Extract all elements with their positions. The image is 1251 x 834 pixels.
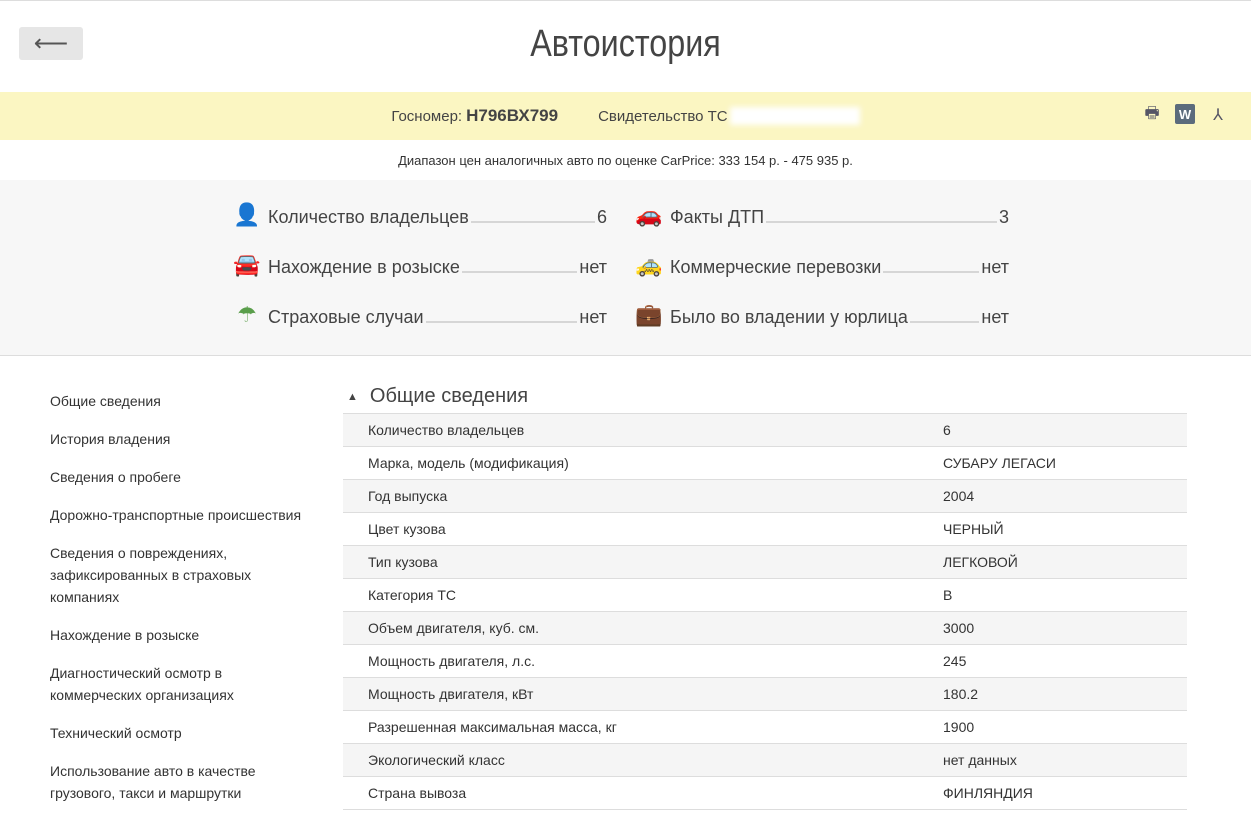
section-title: Общие сведения: [369, 385, 529, 407]
person-briefcase-icon: 💼: [635, 302, 663, 327]
table-row: Экологический класс нет данных: [343, 744, 1187, 777]
table-row: Марка, модель (модификация) СУБАРУ ЛЕГАСИ: [343, 447, 1187, 480]
collapse-triangle-icon: ▲: [347, 390, 358, 403]
table-row: Страна вывоза ФИНЛЯНДИЯ: [343, 777, 1187, 810]
row-label: Разрешенная максимальная масса, кг: [368, 719, 617, 735]
summary-item: 🚕 Коммерческие перевозки нет: [634, 252, 1009, 278]
row-value: 245: [943, 653, 967, 669]
sidebar-link[interactable]: Использование авто в качестве грузового,…: [50, 760, 310, 804]
row-label: Страна вывоза: [368, 785, 467, 801]
summary-item: ☂ Страховые случаи нет: [232, 302, 607, 328]
summary-panel: 👤 Количество владельцев 6 🚗 Факты ДТП 3 🚘 Нахож…: [0, 180, 1251, 356]
sidebar-link[interactable]: Дорожно-транспортные происшествия: [50, 504, 310, 526]
leader-line: [470, 221, 595, 223]
row-label: Количество владельцев: [368, 422, 525, 438]
summary-label: Было во владении у юрлица: [670, 307, 908, 327]
page-title: Автоистория: [530, 23, 721, 65]
row-label: Экологический класс: [368, 752, 505, 768]
sidebar-link[interactable]: История владения: [50, 428, 310, 450]
summary-value: 6: [596, 207, 607, 227]
plate-label: Госномер:: [391, 107, 463, 125]
summary-label: Коммерческие перевозки: [670, 257, 882, 277]
plate-number: Н796ВХ799: [466, 106, 559, 125]
summary-label: Факты ДТП: [670, 207, 765, 227]
sidebar-link[interactable]: Технический осмотр: [50, 722, 310, 744]
row-value: ФИНЛЯНДИЯ: [943, 785, 1033, 801]
vehicle-info-bar: Госномер: Н796ВХ799 Свидетельство ТС 🖶 W …: [0, 92, 1251, 140]
row-value: ЧЕРНЫЙ: [943, 521, 1004, 537]
leader-line: [909, 321, 980, 323]
row-label: Цвет кузова: [368, 521, 446, 537]
certificate-label: Свидетельство ТС: [598, 107, 728, 125]
person-icon: 👤: [233, 202, 261, 227]
sidebar-link[interactable]: Нахождение в розыске: [50, 624, 310, 646]
table-row: Тип кузова ЛЕГКОВОЙ: [343, 546, 1187, 579]
header: ⟵ Автоистория: [0, 0, 1251, 92]
summary-item: 🚗 Факты ДТП 3: [634, 202, 1009, 228]
table-row: Цвет кузова ЧЕРНЫЙ: [343, 513, 1187, 546]
row-label: Мощность двигателя, л.с.: [368, 653, 535, 669]
row-value: ЛЕГКОВОЙ: [943, 554, 1018, 570]
summary-label: Количество владельцев: [268, 207, 469, 227]
table-row: Мощность двигателя, кВт 180.2: [343, 678, 1187, 711]
row-label: Мощность двигателя, кВт: [368, 686, 534, 702]
pdf-export-icon[interactable]: ⅄: [1207, 104, 1229, 126]
certificate-value-redacted: [729, 107, 860, 125]
row-value: 6: [943, 422, 951, 438]
sidebar-link[interactable]: Диагностический осмотр в коммерческих ор…: [50, 662, 310, 706]
table-row: Год выпуска 2004: [343, 480, 1187, 513]
word-export-icon[interactable]: W: [1175, 104, 1195, 124]
row-value: СУБАРУ ЛЕГАСИ: [943, 455, 1056, 471]
table-row: Количество владельцев 6: [343, 414, 1187, 447]
crashed-car-icon: 🚗: [635, 202, 663, 227]
arrow-left-icon: ⟵: [33, 30, 69, 57]
summary-label: Страховые случаи: [268, 307, 424, 327]
row-label: Марка, модель (модификация): [368, 455, 569, 471]
back-button[interactable]: ⟵: [19, 27, 83, 60]
umbrella-icon: ☂: [237, 302, 257, 327]
general-info-section: ▲ Общие сведения Количество владельцев 6 Ма…: [343, 380, 1187, 810]
print-icon[interactable]: 🖶: [1141, 104, 1163, 126]
price-range: Диапазон цен аналогичных авто по оценке …: [398, 152, 853, 168]
table-row: Категория ТС B: [343, 579, 1187, 612]
summary-value: 3: [998, 207, 1009, 227]
row-label: Тип кузова: [368, 554, 438, 570]
row-value: B: [943, 587, 953, 603]
sidebar-link[interactable]: Сведения о пробеге: [50, 466, 310, 488]
summary-value: нет: [981, 257, 1009, 277]
sidebar-link[interactable]: Сведения о повреждениях, зафиксированных…: [50, 542, 310, 608]
row-value: нет данных: [943, 752, 1017, 768]
summary-value: нет: [579, 257, 607, 277]
leader-line: [425, 321, 578, 323]
row-value: 180.2: [943, 686, 979, 702]
table-row: Объем двигателя, куб. см. 3000: [343, 612, 1187, 645]
row-label: Год выпуска: [368, 488, 448, 504]
row-label: Объем двигателя, куб. см.: [368, 620, 540, 636]
row-value: 3000: [943, 620, 975, 636]
row-value: 1900: [943, 719, 975, 735]
leader-line: [461, 271, 578, 273]
section-header[interactable]: ▲ Общие сведения: [343, 380, 1187, 414]
table-row: Мощность двигателя, л.с. 245: [343, 645, 1187, 678]
summary-value: нет: [981, 307, 1009, 327]
summary-value: нет: [579, 307, 607, 327]
taxi-icon: 🚕: [635, 252, 663, 277]
car-check-icon: 🚘: [233, 252, 261, 277]
leader-line: [766, 221, 997, 223]
table-row: Разрешенная максимальная масса, кг 1900: [343, 711, 1187, 744]
summary-item: 💼 Было во владении у юрлица нет: [634, 302, 1009, 328]
row-value: 2004: [943, 488, 975, 504]
sidebar-link[interactable]: Общие сведения: [50, 390, 310, 412]
sidebar-nav: Общие сведения История владения Сведения о…: [50, 390, 310, 820]
leader-line: [883, 271, 980, 273]
row-label: Категория ТС: [368, 587, 456, 603]
summary-label: Нахождение в розыске: [268, 257, 460, 277]
summary-item: 🚘 Нахождение в розыске нет: [232, 252, 607, 278]
summary-item: 👤 Количество владельцев 6: [232, 202, 607, 228]
